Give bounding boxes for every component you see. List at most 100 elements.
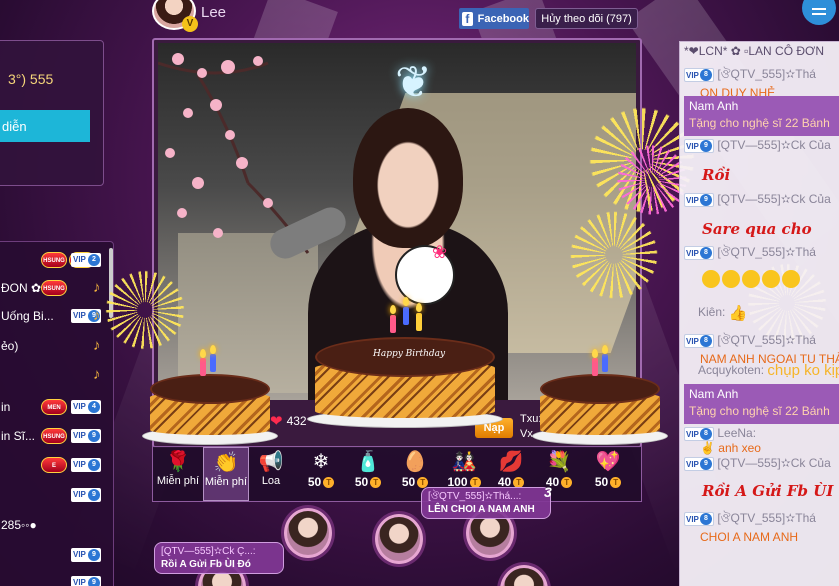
facebook-label: Facebook — [477, 12, 529, 25]
vip-badge: VIP 9 — [684, 192, 714, 207]
butterfly-icon: ❦ — [395, 58, 432, 107]
chat-user: Nam Anh — [689, 99, 739, 113]
snowflake-icon: ❄ — [312, 451, 330, 473]
gift-item[interactable]: 🌹 Miễn phí — [155, 447, 201, 501]
chat-user[interactable]: [QTV—555]✫Ck Của — [717, 456, 830, 470]
gift-price: 50 T — [345, 475, 391, 489]
user-badge: HSUNG — [41, 428, 67, 444]
user-list-row[interactable]: VIP 9 — [0, 544, 111, 566]
chat-user[interactable]: [ঔQTV_555]✫Thá — [717, 245, 816, 259]
vip-level: 2 — [88, 254, 100, 266]
user-list-row[interactable]: ĐON ✿ HSUNG ♪ — [0, 277, 111, 299]
gift-item[interactable]: ❄ 50 T — [298, 447, 344, 501]
chat-bubble: [ঔQTV_555]✫Thá...: LÊN CHOI A NAM ANH — [421, 487, 551, 519]
vip-level: 9 — [700, 457, 712, 470]
chat-text: Tặng cho nghệ sĩ 22 Bánh — [689, 404, 830, 418]
user-list-row[interactable]: 285◦◦● — [0, 514, 111, 536]
vip-badge: VIP 8 — [684, 67, 714, 82]
user-badge: HSUNG — [41, 280, 67, 296]
bubble-message: Rồi A Gửi Fb ÙI Đó — [161, 559, 251, 570]
show-button[interactable]: diễn — [0, 110, 90, 142]
streamer-name: Lee — [201, 4, 227, 21]
chat-user[interactable]: [ঔQTV_555]✫Thá — [717, 333, 816, 347]
left-score: 3°) 555 — [8, 71, 54, 87]
vip-badge: VIP 9 — [71, 548, 101, 562]
chat-text: ✌ anh xeo — [700, 440, 761, 455]
chat-message: VIP 9 [QTV—555]✫Ck Của — [684, 192, 831, 207]
gift-item[interactable]: 💖 50 T — [585, 447, 631, 501]
chat-panel: *❤LCN* ✿ ▫LAN CÔ ĐƠN VIP 8 [ঔQTV_555]✫Thá O… — [679, 41, 839, 586]
gift-price: 50 T — [298, 475, 344, 489]
vip-level: 9 — [700, 193, 712, 206]
gift-label: Loa — [261, 475, 281, 487]
chat-message — [684, 270, 802, 288]
chat-user[interactable]: [QTV—555]✫Ck Của — [717, 192, 830, 206]
chat-bubble: [QTV—555]✫Ck Ç...: Rồi A Gửi Fb ÙI Đó — [154, 542, 284, 574]
chat-user[interactable]: [QTV—555]✫Ck Của — [717, 138, 830, 152]
vip-badge: VIP 8 — [684, 333, 714, 348]
chat-message: Acquykoten: chụp ko kịp — [684, 362, 839, 379]
user-list-row[interactable]: Uống Bi... VIP 9 ♪ — [0, 305, 111, 327]
gift-item[interactable]: 📢 Loa — [248, 447, 294, 501]
user-name: in — [1, 400, 11, 414]
bubble-user: [QTV—555]✫Ck Ç...: — [161, 546, 256, 557]
user-name: ĐON ✿ — [1, 281, 42, 295]
user-list-row[interactable]: VIP 9 — [0, 572, 111, 586]
doll-icon: 🎎 — [451, 451, 477, 473]
coin-icon: T — [370, 477, 382, 489]
megaphone-icon: 📢 — [258, 451, 284, 473]
unfollow-button[interactable]: Hủy theo dõi (797) — [535, 8, 638, 29]
vip-badge: VIP 2 — [71, 253, 101, 267]
user-list-row[interactable]: ẻo) ♪ — [0, 335, 111, 357]
heart-icon: ❤ — [270, 413, 283, 430]
coin-icon: T — [323, 477, 335, 489]
chat-user[interactable]: [ঔQTV_555]✫Thá — [717, 511, 816, 525]
gift-price-value: 50 — [354, 475, 369, 489]
user-list-row[interactable]: VIP 9 — [0, 484, 111, 506]
gift-price-value: 50 — [594, 475, 609, 489]
vip-badge: VIP 9 — [71, 429, 101, 443]
chat-user[interactable]: Kiên: — [698, 305, 725, 319]
emoji-icon — [742, 270, 760, 288]
audience-seat[interactable] — [284, 508, 332, 558]
chat-message: Kiên: 👍 — [684, 304, 747, 322]
user-list-row[interactable]: ♪ — [0, 364, 111, 386]
birthday-cake — [532, 345, 668, 445]
chat-gift-message: Nam Anh Tặng cho nghệ sĩ 22 Bánh — [684, 96, 839, 136]
vip-level: 8 — [700, 334, 712, 347]
user-list-row[interactable]: in Sĩ... HSUNG VIP 9 — [0, 425, 111, 447]
chat-big-text: Sare qua cho — [702, 220, 812, 238]
chat-header: *❤LCN* ✿ ▫LAN CÔ ĐƠN — [684, 44, 825, 58]
gift-item[interactable]: 👏 Miễn phí — [203, 447, 249, 501]
chat-message: VIP 9 [QTV—555]✫Ck Của — [684, 138, 831, 153]
user-list-row[interactable]: E VIP 9 — [0, 454, 111, 476]
vip-level: 9 — [88, 489, 100, 501]
chat-gift-message: Nam Anh Tặng cho nghệ sĩ 22 Bánh — [684, 384, 839, 424]
vip-level: 8 — [700, 68, 712, 81]
chat-message: Rồi A Gửi Fb ÙI — [702, 482, 833, 500]
chat-user[interactable]: LeeNa: — [717, 426, 756, 440]
coin-icon: T — [610, 477, 622, 489]
gift-price: 50 T — [585, 475, 631, 489]
bubble-message: LÊN CHOI A NAM ANH — [428, 504, 535, 515]
audience-seat[interactable] — [500, 565, 548, 586]
vip-badge: VIP 8 — [684, 426, 714, 441]
hand-icon: 👏 — [213, 452, 239, 474]
vip-badge: VIP 9 — [71, 576, 101, 586]
facebook-button[interactable]: f Facebook — [459, 8, 529, 29]
chat-message: VIP 8 [ঔQTV_555]✫Thá CHOI A NAM ANH — [684, 510, 816, 544]
user-list-row[interactable]: in MEN VIP 4 — [0, 396, 111, 418]
gift-price-value: 50 — [307, 475, 322, 489]
audience-seat[interactable] — [375, 514, 423, 564]
chat-message: VIP 8 LeeNa: ✌ anh xeo — [684, 426, 761, 455]
gift-item[interactable]: 🧴 50 T — [345, 447, 391, 501]
music-note-icon: ♪ — [93, 337, 101, 354]
chat-user[interactable]: [ঔQTV_555]✫Thá — [717, 67, 816, 81]
chat-user[interactable]: Acquykoten: — [698, 363, 764, 377]
gift-label: Miễn phí — [204, 476, 248, 488]
user-badge: HSUNG — [41, 252, 67, 268]
music-note-icon: ♪ — [93, 366, 101, 383]
user-list-row[interactable]: HSUNGDIALVIP2 — [0, 249, 111, 271]
menu-icon[interactable] — [802, 0, 836, 25]
bottle-icon: 🧴 — [355, 451, 381, 473]
